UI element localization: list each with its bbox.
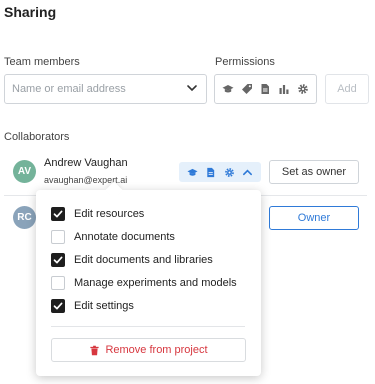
collaborator-name: Andrew Vaughan	[44, 157, 128, 169]
gear-icon	[224, 167, 234, 177]
option-annotate-documents[interactable]: Annotate documents	[51, 229, 175, 245]
chevron-down-icon[interactable]	[186, 82, 198, 94]
team-member-placeholder: Name or email address	[12, 83, 126, 95]
graduation-cap-icon	[187, 168, 198, 176]
chevron-up-icon[interactable]	[242, 167, 253, 178]
team-member-input[interactable]: Name or email address	[4, 74, 207, 104]
option-label: Edit documents and libraries	[74, 254, 213, 266]
avatar: RC	[13, 206, 36, 229]
option-manage-experiments-models[interactable]: Manage experiments and models	[51, 275, 237, 291]
bar-chart-icon[interactable]	[278, 83, 290, 95]
option-edit-documents-libraries[interactable]: Edit documents and libraries	[51, 252, 213, 268]
option-label: Annotate documents	[74, 231, 175, 243]
document-icon	[207, 167, 215, 177]
collaborators-label: Collaborators	[4, 131, 70, 143]
owner-button[interactable]: Owner	[269, 206, 359, 230]
gear-icon[interactable]	[297, 83, 309, 95]
document-icon[interactable]	[259, 83, 271, 95]
check-icon	[53, 302, 63, 310]
checkbox-checked[interactable]	[51, 299, 65, 313]
option-label: Edit resources	[74, 208, 145, 220]
option-edit-settings[interactable]: Edit settings	[51, 298, 134, 314]
checkbox-checked[interactable]	[51, 207, 65, 221]
option-edit-resources[interactable]: Edit resources	[51, 206, 144, 222]
check-icon	[53, 256, 63, 264]
checkbox-unchecked[interactable]	[51, 230, 65, 244]
remove-from-project-button[interactable]: Remove from project	[51, 338, 246, 362]
checkbox-unchecked[interactable]	[51, 276, 65, 290]
team-members-label: Team members	[4, 56, 80, 68]
add-button[interactable]: Add	[325, 74, 369, 104]
option-label: Edit settings	[74, 300, 134, 312]
page-title: Sharing	[4, 4, 57, 20]
popup-divider	[51, 326, 245, 327]
check-icon	[53, 210, 63, 218]
remove-label: Remove from project	[105, 344, 208, 356]
avatar: AV	[13, 160, 36, 183]
collaborator-permissions-toggle[interactable]	[179, 162, 261, 182]
permissions-popup: Edit resources Annotate documents Edit d…	[36, 181, 261, 376]
tag-icon[interactable]	[241, 83, 253, 95]
permissions-label: Permissions	[215, 56, 275, 68]
set-as-owner-button[interactable]: Set as owner	[269, 160, 359, 184]
graduation-cap-icon[interactable]	[222, 83, 234, 95]
checkbox-checked[interactable]	[51, 253, 65, 267]
option-label: Manage experiments and models	[74, 277, 237, 289]
permissions-selector[interactable]	[214, 74, 317, 104]
trash-icon	[90, 345, 100, 355]
